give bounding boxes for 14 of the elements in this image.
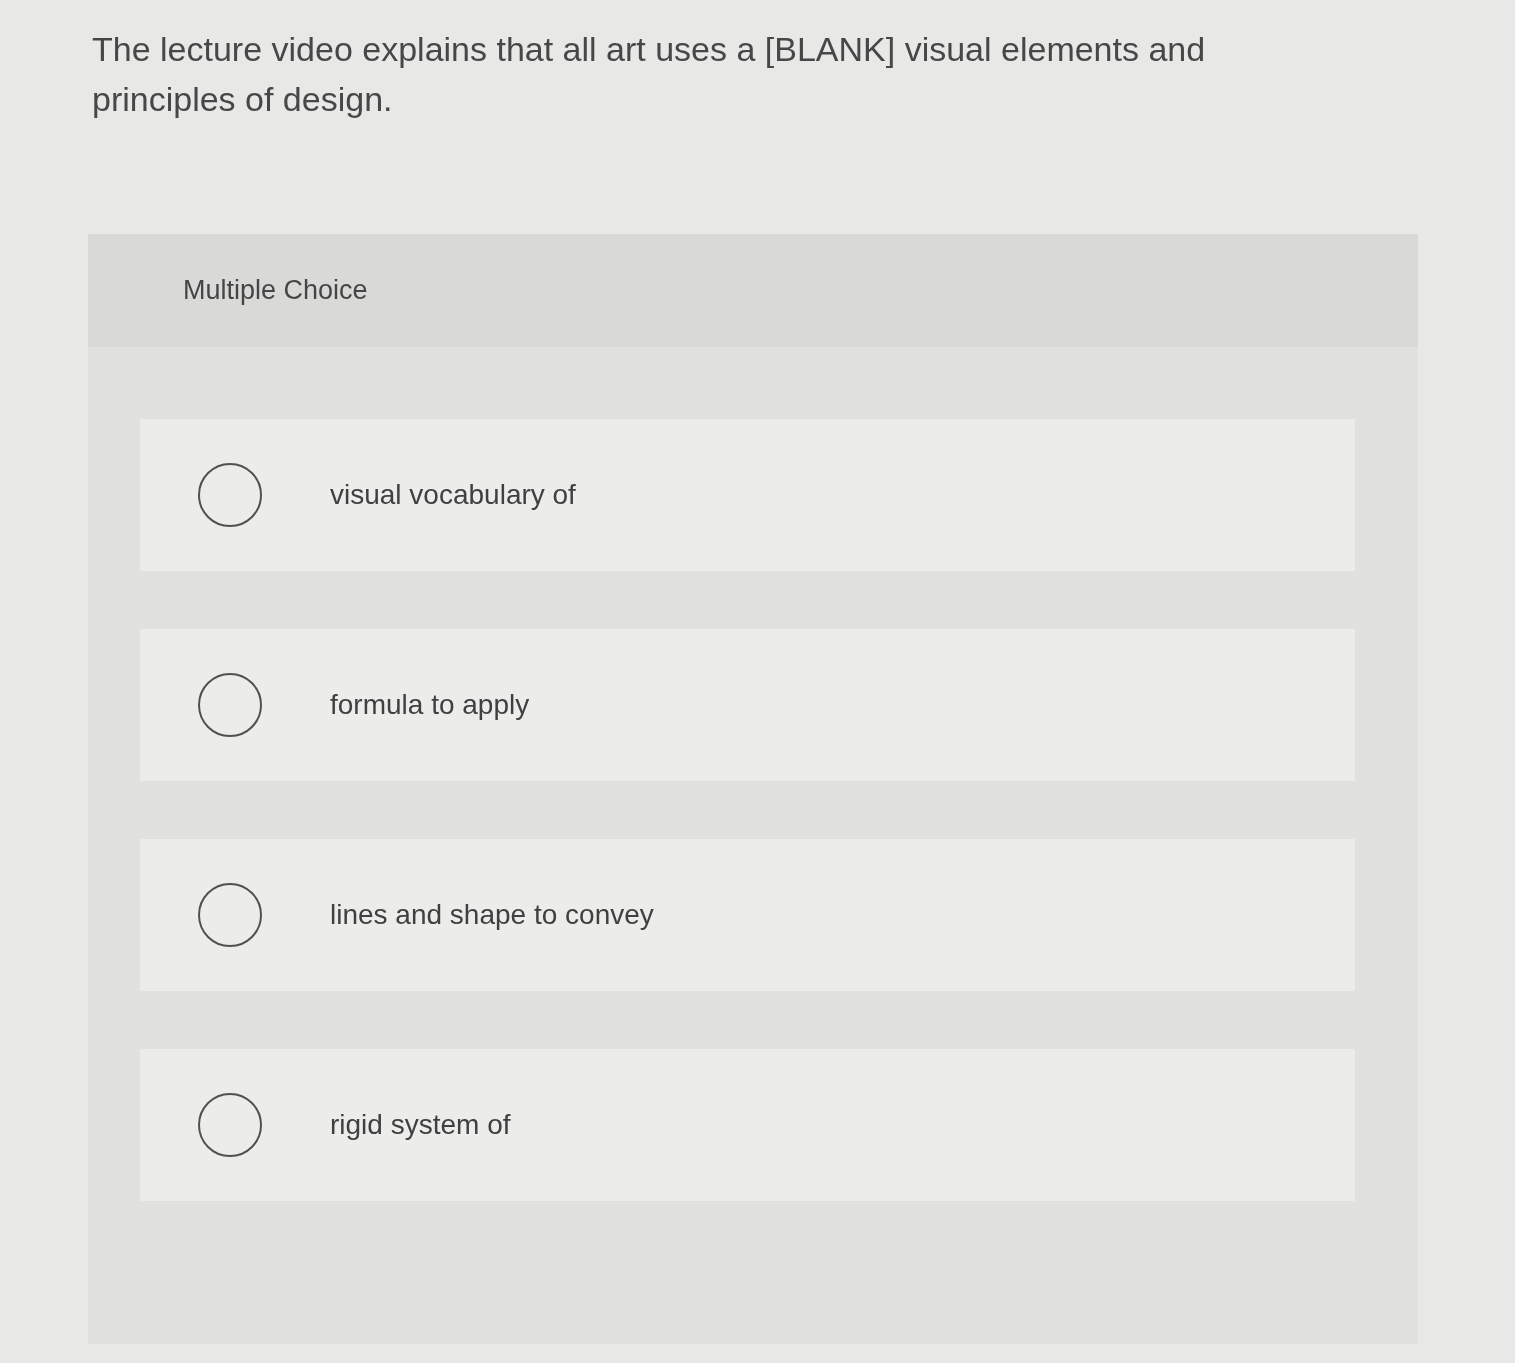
radio-button[interactable]	[198, 673, 262, 737]
question-text: The lecture video explains that all art uses a [BLANK] visual elements and principles of design.	[92, 29, 1207, 120]
question-type-label: Multiple Choice	[183, 274, 368, 308]
option-card[interactable]: rigid system of	[140, 1049, 1355, 1201]
option-card[interactable]: visual vocabulary of	[140, 419, 1355, 571]
option-label: formula to apply	[330, 688, 530, 722]
option-card[interactable]: formula to apply	[140, 629, 1355, 781]
option-label: visual vocabulary of	[330, 478, 576, 512]
radio-button[interactable]	[198, 463, 262, 527]
radio-button[interactable]	[198, 883, 262, 947]
option-label: rigid system of	[330, 1108, 511, 1142]
radio-button[interactable]	[198, 1093, 262, 1157]
option-label: lines and shape to convey	[330, 898, 654, 932]
option-card[interactable]: lines and shape to convey	[140, 839, 1355, 991]
